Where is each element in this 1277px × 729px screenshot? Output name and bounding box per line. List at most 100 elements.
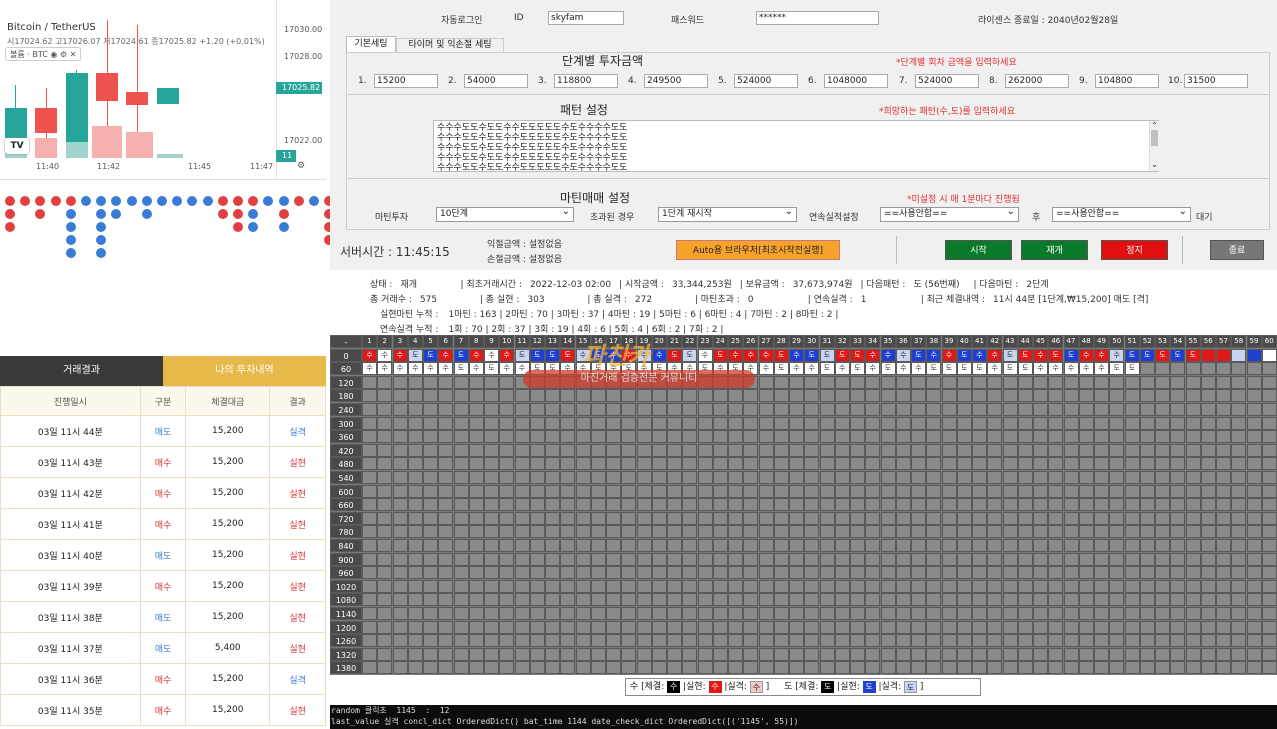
stage-amount-input[interactable]: 31500 xyxy=(1184,74,1248,88)
grid-cell xyxy=(911,634,926,648)
close-icon[interactable]: ✕ xyxy=(70,50,77,59)
grid-cell xyxy=(651,647,667,661)
stage-amount-input[interactable]: 249500 xyxy=(644,74,708,88)
table-row[interactable]: 03일 11시 41분 매수 15,200 실현 xyxy=(0,508,326,540)
table-row[interactable]: 03일 11시 36분 매수 15,200 실격 xyxy=(0,663,326,695)
start-button[interactable]: 시작 xyxy=(945,240,1012,260)
scroll-down-icon[interactable]: ⌄ xyxy=(1150,160,1159,169)
table-row[interactable]: 03일 11시 35분 매수 15,200 실현 xyxy=(0,694,326,726)
grid-cell xyxy=(1216,566,1231,580)
stage-amount-input[interactable]: 524000 xyxy=(915,74,979,88)
grid-cell xyxy=(956,375,972,389)
grid-cell xyxy=(1155,375,1170,389)
martin-invest-select[interactable]: 10단계 xyxy=(436,205,574,222)
tab-trade-results[interactable]: 거래결과 xyxy=(0,356,163,386)
grid-cell xyxy=(1200,389,1216,403)
grid-cell xyxy=(1094,484,1109,498)
resume-button[interactable]: 재개 xyxy=(1021,240,1088,260)
stage-amount-input[interactable]: 262000 xyxy=(1005,74,1069,88)
stage-amount-input[interactable]: 54000 xyxy=(464,74,528,88)
grid-cell xyxy=(804,634,820,648)
grid-cell xyxy=(972,647,987,661)
stage-amount-input[interactable]: 118800 xyxy=(554,74,618,88)
grid-cell xyxy=(1200,457,1216,471)
grid-cell xyxy=(407,498,423,512)
grid-col-header: 48 xyxy=(1078,335,1094,348)
grid-cell xyxy=(377,647,393,661)
table-row[interactable]: 03일 11시 44분 매도 15,200 실격 xyxy=(0,415,326,447)
grid-cell xyxy=(758,607,774,620)
grid-cell xyxy=(834,389,850,403)
grid-cell xyxy=(697,403,713,416)
bead-dot xyxy=(5,209,15,219)
grid-cell: 수 xyxy=(1033,348,1048,362)
grid-cell xyxy=(1155,552,1170,566)
grid-cell xyxy=(560,593,576,607)
grid-cell xyxy=(514,498,530,512)
stage-amount-input[interactable]: 15200 xyxy=(374,74,438,88)
settings-icon[interactable]: ⚙ xyxy=(60,50,67,59)
table-row[interactable]: 03일 11시 39분 매수 15,200 실현 xyxy=(0,570,326,602)
grid-cell xyxy=(1078,471,1094,484)
chart-volume-toolbar[interactable]: 볼륨 · BTC ◉ ⚙ ✕ xyxy=(5,47,82,61)
grid-cell xyxy=(697,471,713,484)
stage-amount-input[interactable]: 104800 xyxy=(1095,74,1159,88)
scroll-up-icon[interactable]: ⌃ xyxy=(1150,121,1159,130)
grid-cell xyxy=(728,566,743,580)
exceed-select[interactable]: 1단계 재시작 xyxy=(658,205,797,222)
grid-cell xyxy=(819,471,835,484)
grid-cell xyxy=(880,498,896,512)
grid-cell xyxy=(1200,498,1216,512)
tab-timer-settings[interactable]: 타이머 및 익손절 세팅 xyxy=(396,38,504,52)
table-row[interactable]: 03일 11시 42분 매수 15,200 실현 xyxy=(0,477,326,509)
auto-browser-button[interactable]: Auto용 브라우저[최초시작전실행] xyxy=(676,240,840,260)
legend-box: 수 [체결: 수 |실현: 수 |실격: 수 ] 도 [체결: 도 |실현: 도… xyxy=(625,678,981,696)
exit-button[interactable]: 종료 xyxy=(1210,240,1264,260)
password-input[interactable]: ****** xyxy=(756,11,879,25)
eye-icon[interactable]: ◉ xyxy=(50,50,57,59)
martin-title: 마틴매매 설정 xyxy=(560,191,631,205)
pattern-scrollbar[interactable]: ⌃ ⌄ xyxy=(1149,121,1159,171)
table-row[interactable]: 03일 11시 40분 매도 15,200 실현 xyxy=(0,539,326,571)
stage-amount-input[interactable]: 1048000 xyxy=(824,74,888,88)
grid-cell xyxy=(880,375,896,389)
grid-cell xyxy=(956,484,972,498)
grid-cell xyxy=(789,416,804,430)
scroll-thumb[interactable] xyxy=(1151,130,1158,146)
grid-row-label: 300 xyxy=(330,416,362,430)
id-input[interactable]: skyfam xyxy=(548,11,624,25)
grid-cell xyxy=(1246,511,1262,525)
table-row[interactable]: 03일 11시 43분 매수 15,200 실현 xyxy=(0,446,326,478)
grid-cell xyxy=(651,416,667,430)
grid-cell xyxy=(484,607,499,620)
tab-basic-settings[interactable]: 기본세팅 xyxy=(346,36,396,52)
grid-cell xyxy=(590,443,606,457)
grid-cell xyxy=(377,593,393,607)
table-row[interactable]: 03일 11시 37분 매도 5,400 실현 xyxy=(0,632,326,664)
grid-cell xyxy=(1200,661,1216,675)
grid-cell xyxy=(728,457,743,471)
grid-cell: 도 xyxy=(514,348,530,362)
stop-button[interactable]: 정지 xyxy=(1101,240,1168,260)
grid-cell xyxy=(1109,607,1125,620)
after-select[interactable]: ==사용안함== xyxy=(1052,205,1191,222)
grid-cell xyxy=(1139,375,1155,389)
consec-fail-values: 1회 : 70 | 2회 : 37 | 3회 : 19 | 4회 : 6 | 5… xyxy=(448,325,724,335)
price-chart[interactable]: Bitcoin / TetherUS 시17024.62 고17026.07 저… xyxy=(0,0,326,180)
stage-amount-input[interactable]: 524000 xyxy=(734,74,798,88)
grid-cell: 도 xyxy=(941,362,957,376)
gear-icon[interactable]: ⚙ xyxy=(297,161,305,171)
grid-cell xyxy=(712,647,728,661)
grid-cell xyxy=(1246,566,1262,580)
table-row[interactable]: 03일 11시 38분 매도 15,200 실현 xyxy=(0,601,326,633)
grid-cell xyxy=(1139,403,1155,416)
grid-cell xyxy=(453,430,469,444)
grid-cell xyxy=(1261,443,1277,457)
grid-cell xyxy=(1002,416,1018,430)
grid-cell xyxy=(804,403,820,416)
grid-col-header: 49 xyxy=(1094,335,1109,348)
grid-cell xyxy=(880,443,896,457)
pattern-textarea[interactable]: 수수수도도수도도수수도도도도도수도수수수수도도 수수수도도수도도수수도도도도도수… xyxy=(433,120,1159,172)
tab-my-investments[interactable]: 나의 투자내역 xyxy=(163,356,326,386)
consec-select[interactable]: ==사용안함== xyxy=(880,205,1019,222)
